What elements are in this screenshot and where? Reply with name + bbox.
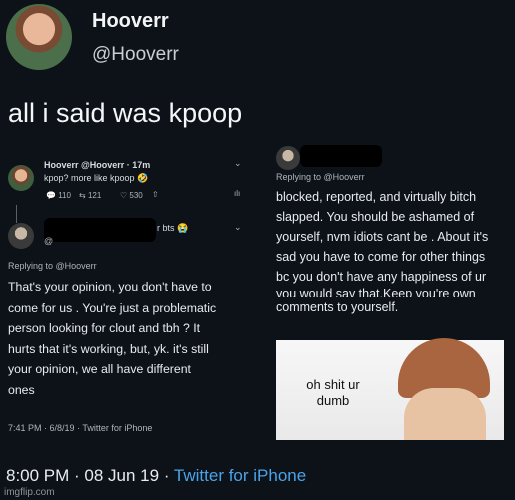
- retweet-count[interactable]: ⇆ 121: [79, 191, 101, 200]
- reply-line: person looking for clout and tbh ? It: [8, 321, 201, 335]
- meme-caption-line: oh shit ur: [306, 377, 360, 392]
- tweet-footer: 8:00 PM · 08 Jun 19 · Twitter for iPhone: [6, 466, 306, 486]
- right-reply-line: yourself, nvm idiots cant be . About it'…: [276, 230, 489, 244]
- share-icon[interactable]: ⇧: [152, 190, 159, 199]
- right-reply-avatar: [276, 146, 300, 170]
- tweet-text: all i said was kpoop: [8, 98, 243, 128]
- redaction-bar: [300, 145, 382, 167]
- reply-line: That's your opinion, you don't have to: [8, 280, 212, 294]
- right-reply-line: bc you don't have any happiness of ur: [276, 270, 487, 284]
- author-display-name[interactable]: Hooverr: [92, 10, 169, 33]
- analytics-icon[interactable]: ılı: [234, 189, 240, 198]
- right-reply-body: blocked, reported, and virtually bitch s…: [276, 187, 508, 317]
- right-reply-line: comments to yourself.: [276, 300, 399, 314]
- right-reply-line: slapped. You should be ashamed of: [276, 210, 475, 224]
- meme-face: [404, 388, 486, 440]
- reply-name-suffix: r bts 😭: [157, 223, 189, 233]
- like-count-value: 530: [129, 191, 143, 200]
- tweet-date: 08 Jun 19: [84, 466, 160, 485]
- chevron-down-icon[interactable]: ⌄: [234, 158, 242, 169]
- chevron-down-icon[interactable]: ⌄: [234, 222, 242, 233]
- reply-line: ones: [8, 382, 35, 397]
- separator: ·: [159, 466, 174, 485]
- right-reply-line: sad you have to come for other things: [276, 250, 486, 264]
- author-handle[interactable]: @Hooverr: [92, 44, 179, 66]
- right-replying-to: Replying to @Hooverr: [276, 172, 365, 182]
- retweet-count-value: 121: [87, 191, 102, 200]
- reply-avatar: [8, 223, 34, 249]
- reply-line: hurts that it's working, but, yk. it's s…: [8, 341, 209, 356]
- retweet-icon: ⇆: [79, 191, 86, 200]
- reply-meta: 7:41 PM · 6/8/19 · Twitter for iPhone: [8, 423, 153, 433]
- tweet-time: 8:00 PM: [6, 466, 70, 485]
- thread-line: [16, 205, 17, 223]
- quoted-header: Hooverr @Hooverr · 17m: [44, 160, 151, 170]
- heart-icon: ♡: [120, 191, 128, 200]
- reply-body: That's your opinion, you don't have to c…: [8, 277, 253, 400]
- reply-count-value: 110: [58, 191, 71, 200]
- reply-line: come for us . You're just a problematic: [8, 300, 217, 315]
- reply-line: your opinion, we all have different: [8, 362, 191, 376]
- meme-caption: oh shit ur dumb: [297, 377, 369, 409]
- right-reply-line-cut: you would say that.Keep you're own: [276, 287, 476, 297]
- replying-to: Replying to @Hooverr: [8, 261, 97, 271]
- meme-caption-line: dumb: [316, 393, 350, 408]
- redaction-bar: [44, 218, 156, 242]
- reply-handle: @: [44, 236, 54, 246]
- watermark: imgflip.com: [4, 487, 55, 498]
- author-avatar[interactable]: [6, 4, 72, 70]
- right-reply-line: blocked, reported, and virtually bitch: [276, 190, 477, 204]
- reply-icon: 💬: [46, 191, 56, 200]
- reply-count[interactable]: 💬 110: [46, 191, 71, 200]
- quoted-text: kpop? more like kpoop 🤣: [44, 173, 149, 183]
- tweet-source-link[interactable]: Twitter for iPhone: [174, 466, 306, 485]
- separator: ·: [69, 466, 85, 485]
- quoted-avatar: [8, 165, 34, 191]
- like-count[interactable]: ♡ 530: [120, 191, 143, 200]
